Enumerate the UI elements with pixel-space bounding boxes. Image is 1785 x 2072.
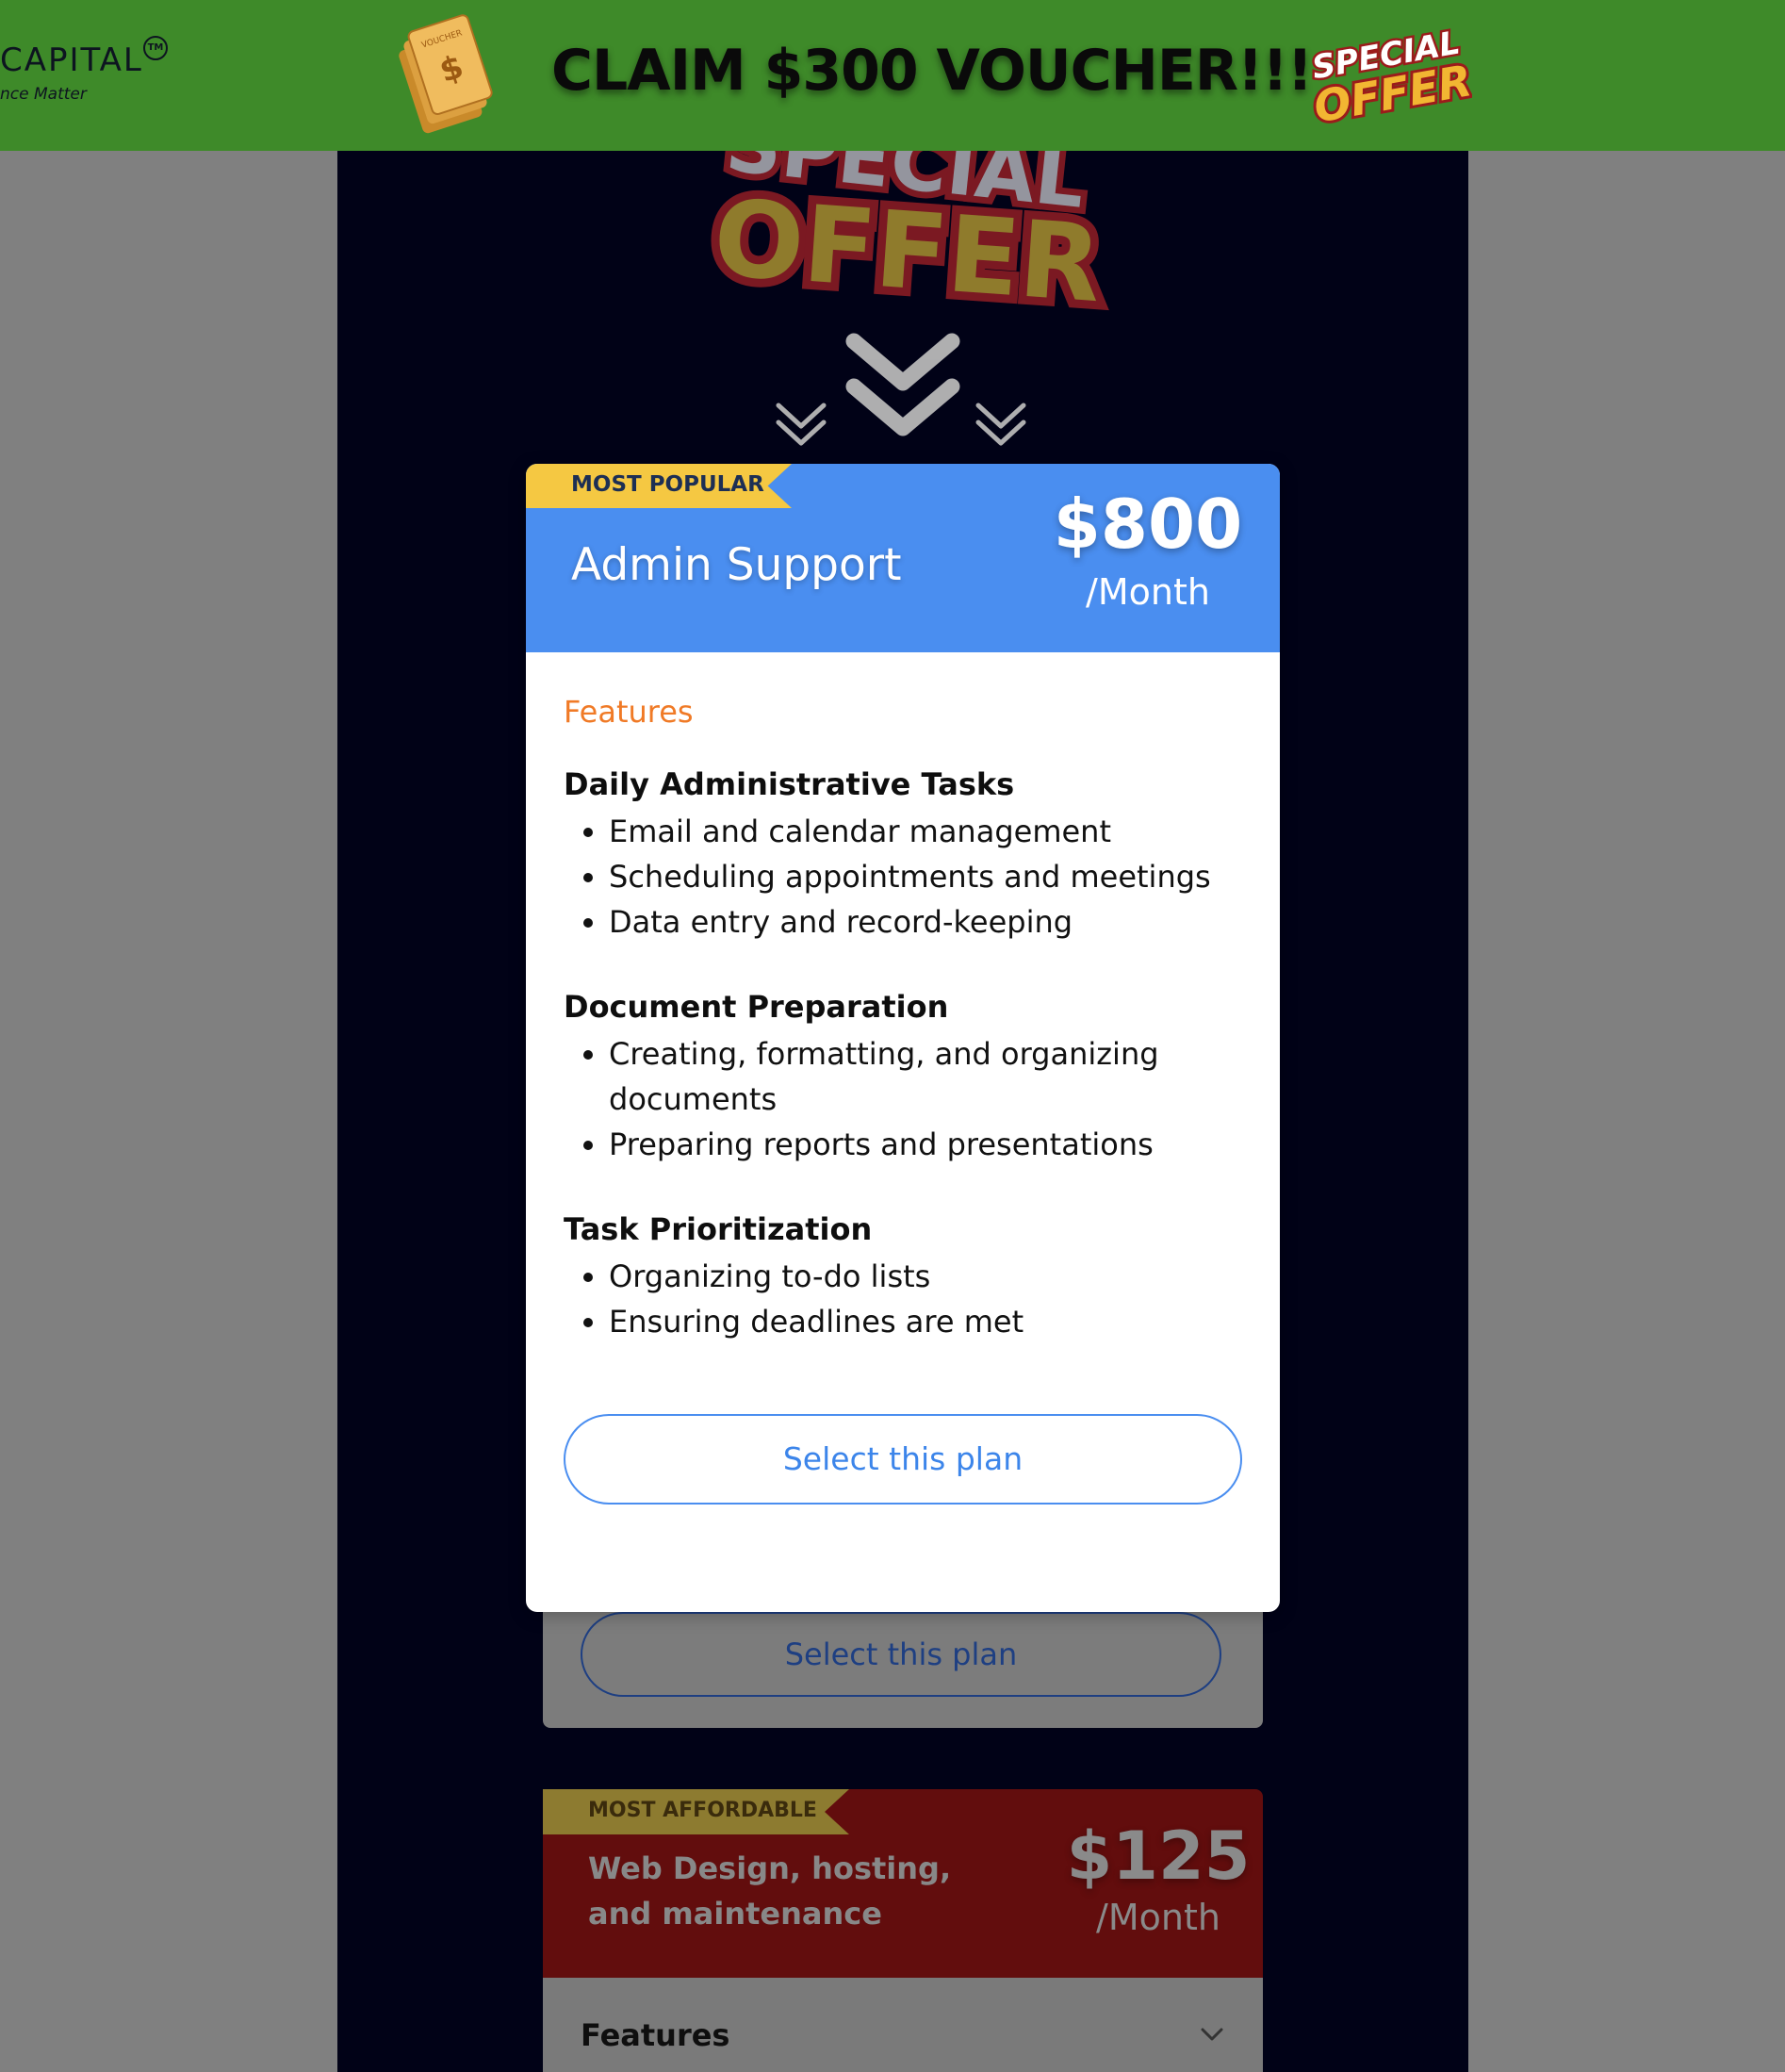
feature-group: Task Prioritization Organizing to-do lis… — [564, 1209, 1242, 1344]
feature-item: Creating, formatting, and organizing doc… — [609, 1031, 1242, 1122]
most-popular-ribbon: MOST POPULAR — [526, 464, 792, 508]
plan-price-period: /Month — [1096, 1897, 1220, 1938]
feature-group-title: Daily Administrative Tasks — [564, 766, 1015, 802]
feature-group-title: Document Preparation — [564, 989, 949, 1025]
trademark-mark: TM — [143, 36, 168, 60]
background-select-plan-button[interactable]: Select this plan — [581, 1612, 1221, 1697]
features-heading: Features — [564, 694, 694, 730]
feature-item: Ensuring deadlines are met — [609, 1299, 1242, 1344]
plan-title: Admin Support — [571, 539, 902, 591]
feature-group: Document Preparation Creating, formattin… — [564, 986, 1242, 1167]
claim-voucher-headline[interactable]: CLAIM $300 VOUCHER!!! — [551, 38, 1313, 104]
select-plan-button[interactable]: Select this plan — [564, 1414, 1242, 1505]
chevron-down-icon[interactable] — [1199, 2021, 1225, 2047]
double-chevron-down-icon — [776, 333, 1026, 446]
special-offer-badge: SPECIAL OFFER — [1307, 22, 1472, 136]
plan-price: $800 — [1053, 485, 1243, 564]
feature-group: Daily Administrative Tasks Email and cal… — [564, 764, 1242, 945]
feature-item: Organizing to-do lists — [609, 1254, 1242, 1299]
promo-banner[interactable]: CAPITAL TM nce Matter VOUCHER $ CLAIM $3… — [0, 0, 1785, 151]
feature-item: Data entry and record-keeping — [609, 899, 1242, 945]
brand-logo[interactable]: CAPITAL — [0, 41, 143, 79]
plan-card-header: MOST AFFORDABLE Web Design, hosting, and… — [543, 1789, 1263, 1978]
voucher-tickets-icon: VOUCHER $ — [399, 14, 493, 134]
plan-card-header: MOST POPULAR Admin Support $800 /Month — [526, 464, 1280, 652]
feature-item: Email and calendar management — [609, 809, 1242, 854]
plan-price: $125 — [1066, 1817, 1251, 1895]
plan-title: Web Design, hosting, and maintenance — [588, 1850, 952, 1932]
feature-group-title: Task Prioritization — [564, 1211, 873, 1247]
web-design-plan-card: MOST AFFORDABLE Web Design, hosting, and… — [543, 1789, 1263, 2072]
ribbon-label: MOST POPULAR — [571, 472, 764, 497]
feature-item: Preparing reports and presentations — [609, 1122, 1242, 1167]
plan-price-period: /Month — [1086, 571, 1210, 613]
admin-support-plan-modal[interactable]: MOST POPULAR Admin Support $800 /Month F… — [526, 464, 1280, 1612]
svg-text:OFFER: OFFER — [710, 177, 1105, 326]
feature-item: Scheduling appointments and meetings — [609, 854, 1242, 899]
features-accordion-label[interactable]: Features — [581, 2017, 729, 2053]
features-accordion[interactable]: Features — [543, 1978, 1263, 2072]
most-affordable-ribbon: MOST AFFORDABLE — [543, 1789, 849, 1834]
feature-groups: Daily Administrative Tasks Email and cal… — [564, 764, 1242, 1386]
brand-tagline: nce Matter — [0, 85, 87, 104]
